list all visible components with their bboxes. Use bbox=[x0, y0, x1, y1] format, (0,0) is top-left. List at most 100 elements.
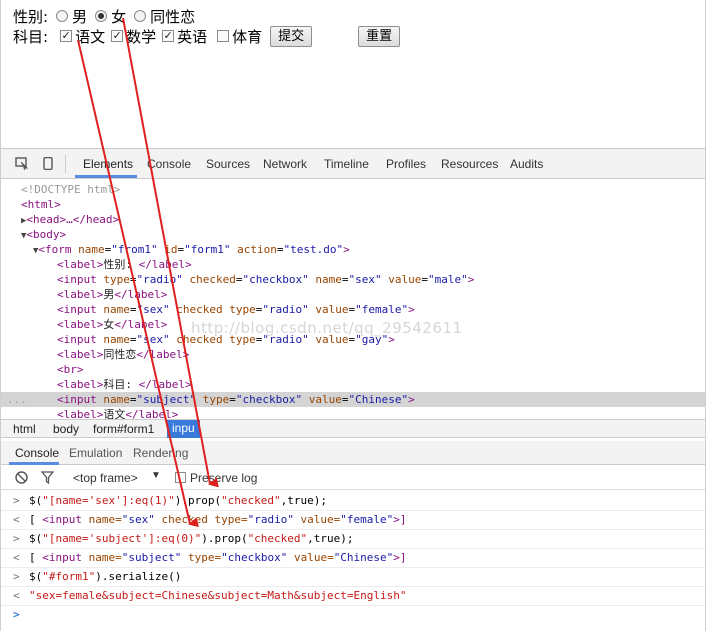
dropdown-arrow-icon[interactable]: ▼ bbox=[151, 470, 161, 481]
tab-profiles[interactable]: Profiles bbox=[386, 157, 426, 171]
dom-body[interactable]: ▼<body> bbox=[21, 227, 66, 242]
dom-label[interactable]: <label>科目: </label> bbox=[57, 377, 192, 392]
checkbox-pe[interactable] bbox=[217, 30, 230, 42]
tab-network[interactable]: Network bbox=[263, 157, 307, 171]
attr-value: "radio" bbox=[262, 303, 309, 316]
tab-console[interactable]: Console bbox=[147, 157, 191, 171]
attr-name: name bbox=[103, 303, 130, 316]
attr-name: type bbox=[229, 303, 256, 316]
radio-female[interactable] bbox=[95, 10, 108, 22]
prompt-chevron-icon: > bbox=[13, 608, 20, 621]
reset-button[interactable]: 重置 bbox=[358, 25, 401, 47]
code-string: "checked" bbox=[247, 532, 308, 545]
device-mode-icon[interactable] bbox=[41, 157, 55, 170]
code-text: ,true); bbox=[307, 532, 354, 545]
attr-value: "sex" bbox=[136, 303, 170, 316]
active-drawer-tab-indicator bbox=[9, 462, 59, 465]
tab-timeline[interactable]: Timeline bbox=[324, 157, 369, 171]
attr-value: "checkbox" bbox=[242, 273, 309, 286]
drawer-tab-rendering[interactable]: Rendering bbox=[133, 446, 188, 460]
tab-resources[interactable]: Resources bbox=[441, 157, 498, 171]
preserve-log-label: Preserve log bbox=[190, 471, 258, 485]
console-input-line[interactable]: > $("#form1").serialize() bbox=[1, 568, 705, 587]
input-chevron-icon: > bbox=[13, 494, 20, 507]
console-output: > $( "[name='sex']:eq(1)" ).prop("checked",… bbox=[1, 490, 705, 631]
dom-input[interactable]: <input name="sex" checked type="radio" v… bbox=[57, 302, 415, 317]
dom-form[interactable]: ▼<form name="from1" id="form1" action="t… bbox=[33, 242, 350, 257]
code-tag: <input bbox=[42, 551, 89, 564]
filter-icon[interactable] bbox=[41, 471, 54, 484]
console-result-line[interactable]: < [ <input name="sex" checked type="radio… bbox=[1, 511, 705, 530]
dom-label[interactable]: <label>女</label> bbox=[57, 317, 167, 332]
form-tagname: form bbox=[45, 243, 72, 256]
input-chevron-icon: > bbox=[13, 570, 20, 583]
input-tagname: input bbox=[63, 273, 97, 286]
label-text: 男 bbox=[103, 288, 115, 301]
dom-input[interactable]: <input type="radio" checked="checkbox" n… bbox=[57, 272, 474, 287]
code-text: $( bbox=[29, 570, 43, 583]
crumb-form[interactable]: form#form1 bbox=[93, 422, 154, 436]
sex-label: 性别: bbox=[13, 7, 49, 26]
radio-gay[interactable] bbox=[134, 10, 147, 22]
preserve-log-checkbox[interactable] bbox=[175, 472, 186, 483]
submit-button[interactable]: 提交 bbox=[270, 25, 313, 47]
female-label: 女 bbox=[111, 7, 127, 26]
code-value: "subject" bbox=[121, 551, 182, 564]
console-input-line[interactable]: > $("[name='sex']:eq(1)").prop("checked",… bbox=[1, 492, 705, 511]
code-attr: name= bbox=[88, 513, 122, 526]
dom-doctype[interactable]: <!DOCTYPE html> bbox=[21, 182, 120, 197]
dom-html[interactable]: <html> bbox=[21, 197, 61, 212]
radio-male[interactable] bbox=[56, 10, 69, 22]
male-label: 男 bbox=[72, 7, 88, 26]
code-tag: >] bbox=[393, 513, 407, 526]
result-chevron-icon: < bbox=[13, 551, 20, 564]
inspect-icon[interactable] bbox=[15, 157, 29, 170]
console-result-line[interactable]: < "sex=female&subject=Chinese&subject=Mat… bbox=[1, 587, 705, 606]
watermark: http://blog.csdn.net/qq_29542611 bbox=[191, 319, 463, 337]
attr-name: name bbox=[78, 243, 105, 256]
code-text: ).prop( bbox=[201, 532, 248, 545]
drawer-tab-emulation[interactable]: Emulation bbox=[69, 446, 122, 460]
attr-value: "male" bbox=[427, 273, 468, 286]
checkbox-chinese[interactable]: ✓ bbox=[60, 30, 73, 42]
crumb-body[interactable]: body bbox=[53, 422, 79, 436]
crumb-input[interactable]: inpu bbox=[167, 420, 200, 438]
tab-sources[interactable]: Sources bbox=[206, 157, 250, 171]
attr-value: "form1" bbox=[184, 243, 231, 256]
attr-name: value bbox=[308, 393, 342, 406]
dom-br[interactable]: <br> bbox=[57, 362, 84, 377]
console-result-line[interactable]: < [ <input name="subject" type="checkbox"… bbox=[1, 549, 705, 568]
console-input-line[interactable]: > $("[name='subject']:eq(0)").prop("check… bbox=[1, 530, 705, 549]
serialize-result: "sex=female&subject=Chinese&subject=Math… bbox=[29, 589, 407, 602]
frame-select[interactable]: <top frame> bbox=[73, 471, 138, 485]
console-prompt[interactable]: > bbox=[1, 606, 705, 625]
drawer-tab-console[interactable]: Console bbox=[15, 446, 59, 460]
code-tag: >] bbox=[393, 551, 407, 564]
chinese-label: 语文 bbox=[75, 27, 106, 46]
code-value: "female" bbox=[340, 513, 394, 526]
code-text: ,true); bbox=[280, 494, 328, 507]
attr-name: type bbox=[202, 393, 230, 406]
code-value: "checkbox" bbox=[221, 551, 288, 564]
dom-label[interactable]: <label>性别: </label> bbox=[57, 257, 192, 272]
ellipsis-icon[interactable]: ... bbox=[7, 392, 27, 407]
dom-label[interactable]: <label>男</label> bbox=[57, 287, 167, 302]
dom-head[interactable]: ▶<head>…</head> bbox=[21, 212, 119, 227]
checkbox-math[interactable]: ✓ bbox=[111, 30, 124, 42]
crumb-html[interactable]: html bbox=[13, 422, 36, 436]
clear-console-icon[interactable] bbox=[15, 471, 28, 484]
tab-elements[interactable]: Elements bbox=[83, 157, 133, 171]
code-string: "[name='sex']:eq(1)" bbox=[42, 494, 175, 507]
dom-label[interactable]: <label>同性恋</label> bbox=[57, 347, 189, 362]
checkbox-english[interactable]: ✓ bbox=[162, 30, 175, 42]
pe-label: 体育 bbox=[232, 27, 263, 46]
subject-row: 科目: ✓ 语文 ✓ 数学 ✓ 英语 体育 提交 重置 bbox=[13, 25, 401, 47]
tab-audits[interactable]: Audits bbox=[510, 157, 543, 171]
result-chevron-icon: < bbox=[13, 513, 20, 526]
code-string: "[name='subject']:eq(0)" bbox=[42, 532, 202, 545]
attr-name: action bbox=[237, 243, 277, 256]
console-toolbar: <top frame> ▼ Preserve log bbox=[1, 466, 705, 490]
code-tag: <input bbox=[42, 513, 89, 526]
active-tab-indicator bbox=[75, 175, 137, 178]
dom-input-selected[interactable]: ... <input name="subject" type="checkbox"… bbox=[1, 392, 705, 407]
